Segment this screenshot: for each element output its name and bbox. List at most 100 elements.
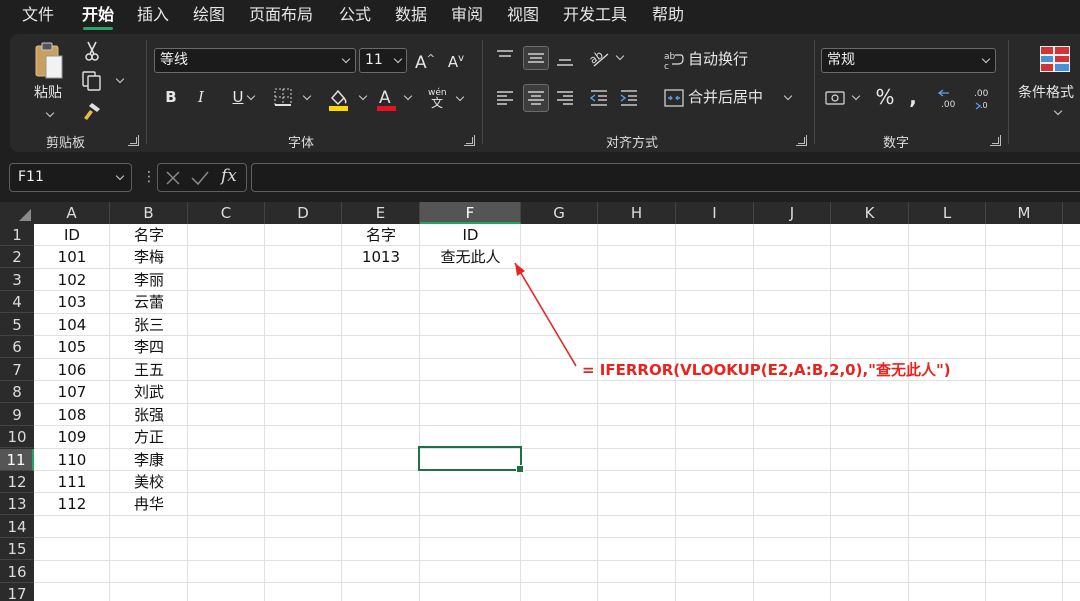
annotation-formula-text: = IFERROR(VLOOKUP(E2,A:B,2,0),"查无此人"): [582, 361, 951, 379]
clipboard-group-label: 剪贴板: [46, 136, 86, 151]
align-top-icon: [497, 50, 513, 57]
svg-text:A: A: [379, 88, 391, 108]
tab-review[interactable]: 审阅: [451, 4, 483, 26]
tab-draw[interactable]: 绘图: [193, 4, 225, 26]
chevron-down-icon: [982, 56, 990, 64]
align-right-icon: [557, 91, 573, 105]
copy-button[interactable]: [80, 70, 130, 92]
fill-color-button[interactable]: [326, 86, 372, 112]
cut-button[interactable]: [82, 40, 102, 62]
comma-icon: ,: [909, 85, 917, 109]
alignment-group-label: 对齐方式: [606, 136, 659, 151]
bold-button[interactable]: B: [162, 86, 180, 110]
chevron-down-icon: [852, 93, 860, 101]
increase-font-size-button[interactable]: A^: [414, 48, 436, 73]
accounting-format-button[interactable]: [824, 86, 866, 110]
middle-align-button[interactable]: [523, 46, 549, 70]
clipboard-launcher-icon[interactable]: [128, 135, 139, 146]
top-align-button[interactable]: [494, 46, 516, 70]
paste-icon: [35, 42, 63, 79]
chevron-down-icon: [404, 93, 412, 101]
chevron-down-icon: [1054, 108, 1062, 116]
number-format-select[interactable]: 常规: [821, 48, 996, 73]
annotation-layer: [514, 262, 577, 367]
font-size-select[interactable]: 11: [359, 48, 407, 73]
separator: [814, 40, 815, 144]
percent-icon: %: [875, 85, 895, 109]
align-right-button[interactable]: [554, 86, 576, 110]
merge-center-button[interactable]: 合并后居中: [664, 86, 798, 110]
paste-dropdown-icon[interactable]: [46, 110, 54, 118]
wrap-text-button[interactable]: ab c 自动换行: [664, 48, 794, 72]
copy-dropdown-icon[interactable]: [116, 76, 124, 84]
percent-style-button[interactable]: %: [874, 86, 896, 110]
increase-font-icon: A^: [414, 52, 436, 73]
phonetic-guide-button[interactable]: wén 文: [426, 86, 470, 112]
format-painter-button[interactable]: [80, 100, 104, 122]
font-color-icon: A: [377, 88, 396, 111]
tab-data[interactable]: 数据: [395, 4, 427, 26]
number-group-label: 数字: [883, 136, 910, 151]
decrease-indent-icon: [589, 90, 607, 106]
align-left-button[interactable]: [494, 86, 516, 110]
paste-label: 粘贴: [34, 85, 62, 101]
font-color-button[interactable]: A: [374, 86, 420, 112]
font-launcher-icon[interactable]: [464, 135, 475, 146]
spreadsheet-grid[interactable]: ABCDEFGHIJKLM 1 2 3 4 5 6 7 8 9 10 11 12 13 14 15 16 17 …: [0, 202, 1080, 601]
bottom-align-button[interactable]: [554, 46, 576, 70]
orientation-button[interactable]: ab: [588, 46, 628, 70]
decrease-font-icon: Av: [447, 53, 465, 71]
svg-text:c: c: [664, 62, 669, 70]
align-middle-icon: [528, 53, 544, 63]
decrease-indent-button[interactable]: [588, 86, 610, 110]
svg-text:ab: ab: [664, 52, 676, 62]
arrow-head-icon: [515, 263, 525, 276]
align-center-button[interactable]: [523, 84, 549, 112]
formula-input[interactable]: [251, 163, 1080, 192]
tab-formulas[interactable]: 公式: [339, 4, 371, 26]
border-button[interactable]: [272, 86, 316, 110]
cancel-icon[interactable]: [164, 169, 182, 187]
underline-icon: U: [232, 88, 244, 106]
annotation-arrow: [514, 262, 577, 367]
conditional-format-button[interactable]: 条件格式: [1018, 42, 1080, 122]
increase-decimal-icon: .00: [937, 89, 956, 110]
tab-view[interactable]: 视图: [507, 4, 539, 26]
alignment-launcher-icon[interactable]: [796, 135, 807, 146]
tab-insert[interactable]: 插入: [137, 4, 169, 26]
separator: [146, 40, 147, 144]
tab-page-layout[interactable]: 页面布局: [249, 4, 313, 26]
paste-button[interactable]: 粘贴: [30, 40, 70, 126]
decrease-font-size-button[interactable]: Av: [445, 48, 467, 72]
italic-button[interactable]: I: [192, 86, 210, 110]
merge-center-label: 合并后居中: [688, 88, 764, 106]
formula-buttons: fx: [157, 163, 247, 192]
chevron-down-icon: [784, 93, 792, 101]
font-size-value: 11: [365, 52, 383, 68]
underline-button[interactable]: U: [220, 86, 256, 110]
tab-developer[interactable]: 开发工具: [563, 4, 627, 26]
comma-style-button[interactable]: ,: [905, 86, 921, 110]
number-launcher-icon[interactable]: [990, 135, 1001, 146]
chevron-down-icon: [359, 93, 367, 101]
chevron-down-icon: [303, 93, 311, 101]
increase-decimal-button[interactable]: .00: [937, 86, 961, 110]
format-painter-icon: [84, 103, 100, 120]
increase-indent-button[interactable]: [618, 86, 640, 110]
tab-help[interactable]: 帮助: [652, 4, 684, 26]
name-box[interactable]: F11: [9, 163, 132, 192]
enter-check-icon[interactable]: [190, 169, 210, 187]
formula-bar: F11 ⋮ fx: [0, 158, 1080, 200]
font-group-label: 字体: [288, 136, 315, 151]
wrap-text-label: 自动换行: [688, 50, 749, 68]
separator: [1008, 40, 1009, 144]
merge-cells-icon: [664, 89, 684, 107]
tab-file[interactable]: 文件: [22, 4, 54, 26]
more-options-icon[interactable]: ⋮: [142, 168, 156, 186]
font-name-select[interactable]: 等线: [154, 48, 356, 73]
tab-home[interactable]: 开始: [82, 4, 114, 30]
menu-bar: 文件 开始 插入 绘图 页面布局 公式 数据 审阅 视图 开发工具 帮助: [0, 0, 1080, 30]
decrease-decimal-button[interactable]: .00 .0: [968, 86, 992, 110]
insert-function-icon[interactable]: fx: [221, 166, 237, 186]
phonetic-bottom: 文: [431, 96, 444, 110]
